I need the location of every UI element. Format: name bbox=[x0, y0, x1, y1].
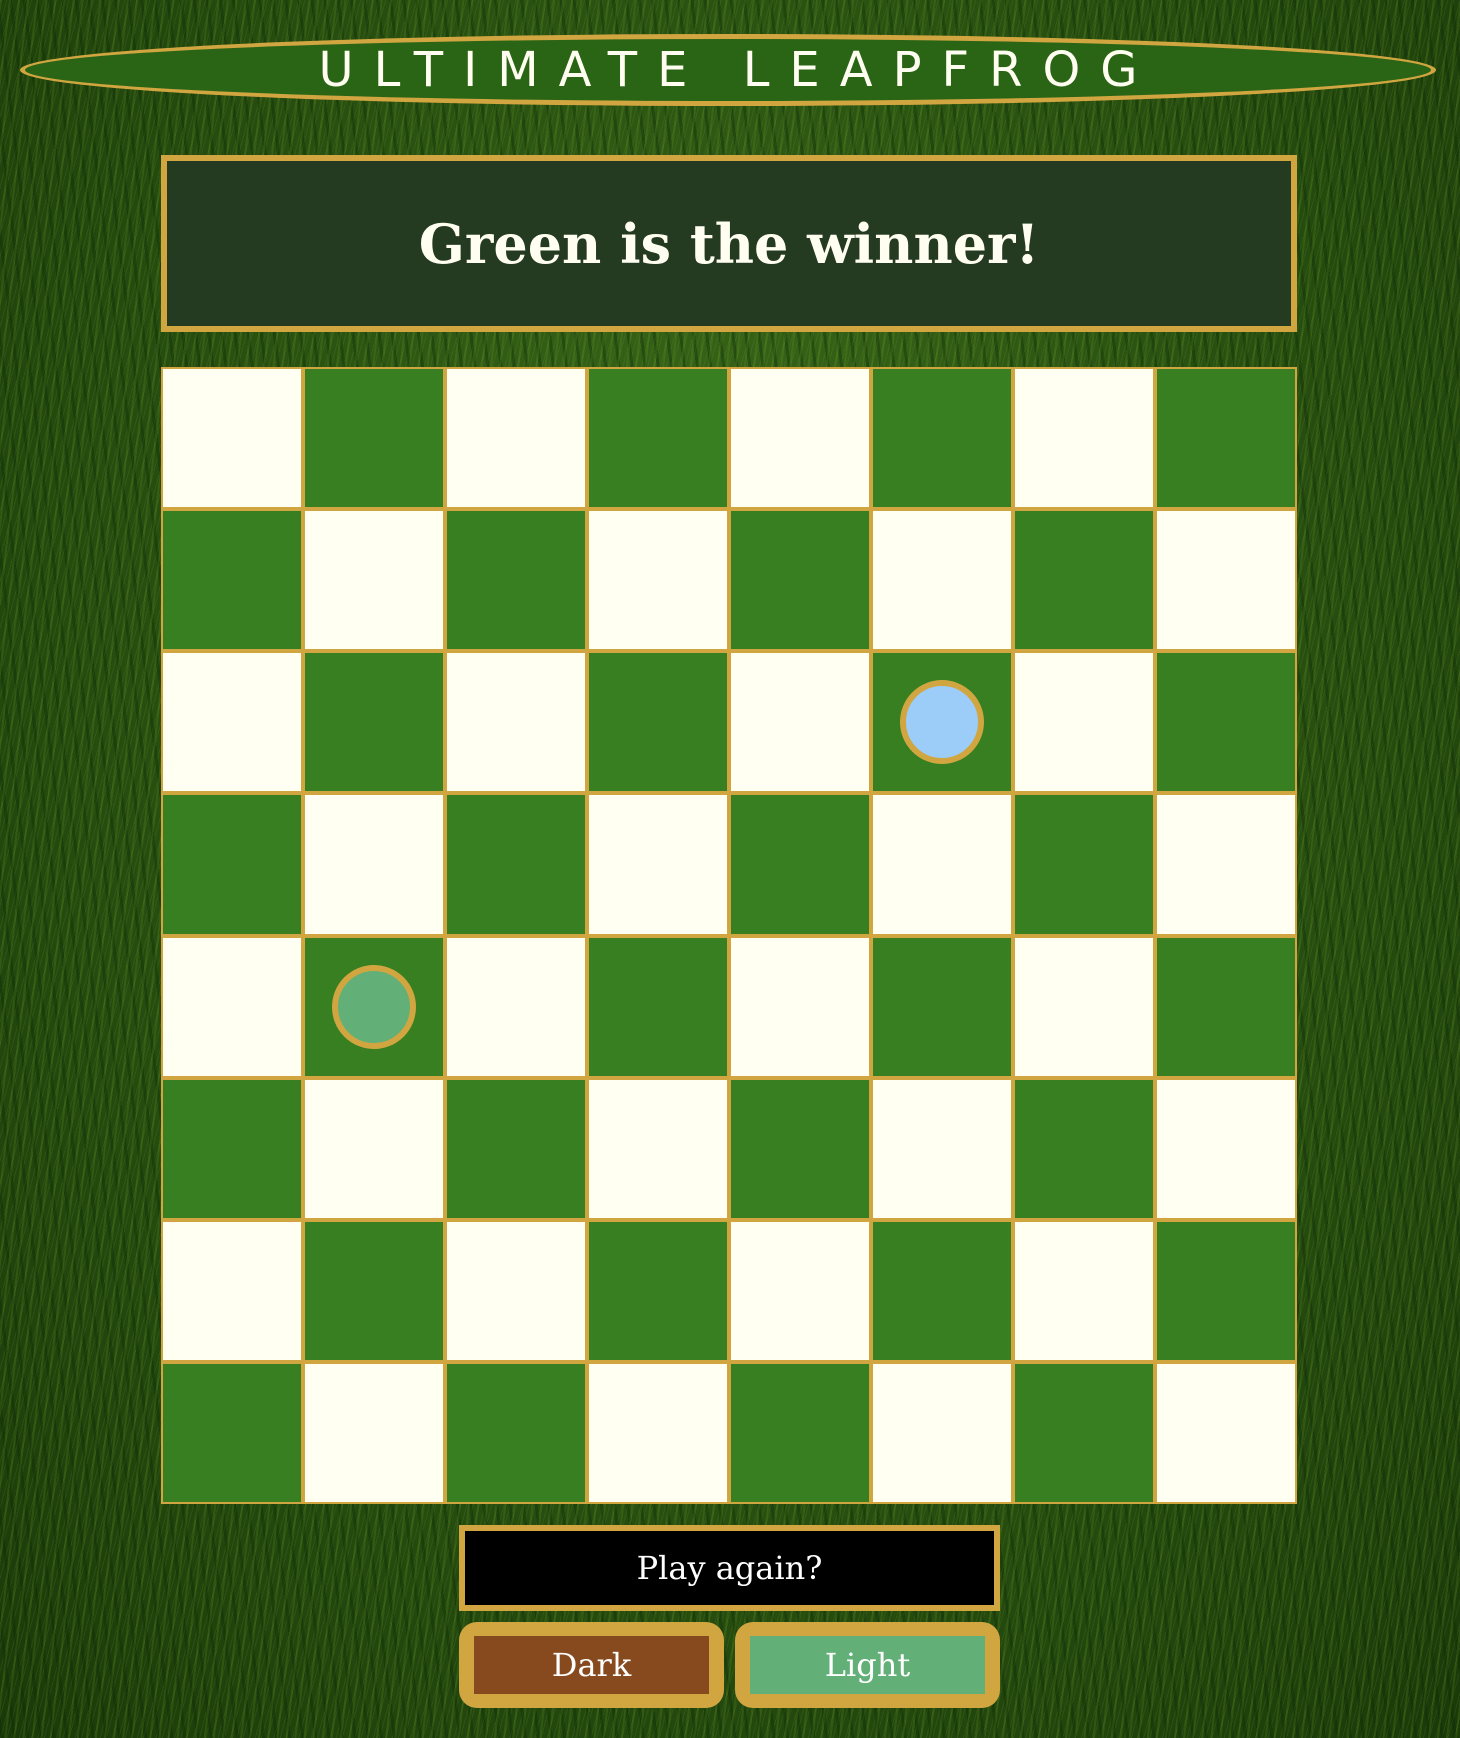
board-square-r8-c3[interactable] bbox=[447, 1363, 585, 1502]
play-again-button[interactable]: Play again? bbox=[459, 1525, 1000, 1611]
board-square-r8-c6[interactable] bbox=[873, 1363, 1011, 1502]
board-square-r3-c6[interactable] bbox=[873, 653, 1011, 792]
board-square-r4-c4[interactable] bbox=[589, 795, 727, 934]
board-square-r7-c6[interactable] bbox=[873, 1221, 1011, 1360]
board-square-r7-c7[interactable] bbox=[1015, 1221, 1153, 1360]
board-square-r7-c1[interactable] bbox=[163, 1221, 301, 1360]
board-square-r6-c8[interactable] bbox=[1157, 1079, 1295, 1218]
blue-game-piece[interactable] bbox=[900, 680, 984, 765]
board-square-r8-c5[interactable] bbox=[731, 1363, 869, 1502]
board-square-r6-c4[interactable] bbox=[589, 1079, 727, 1218]
board-square-r4-c1[interactable] bbox=[163, 795, 301, 934]
board-square-r4-c8[interactable] bbox=[1157, 795, 1295, 934]
board-square-r4-c6[interactable] bbox=[873, 795, 1011, 934]
board-square-r2-c4[interactable] bbox=[589, 511, 727, 650]
board-square-r3-c4[interactable] bbox=[589, 653, 727, 792]
board-square-r2-c8[interactable] bbox=[1157, 511, 1295, 650]
board-square-r6-c3[interactable] bbox=[447, 1079, 585, 1218]
game-title: ULTIMATE LEAPFROG bbox=[318, 42, 1158, 98]
board-square-r7-c3[interactable] bbox=[447, 1221, 585, 1360]
board-square-r5-c6[interactable] bbox=[873, 937, 1011, 1076]
status-message: Green is the winner! bbox=[418, 211, 1040, 276]
board-square-r1-c5[interactable] bbox=[731, 369, 869, 508]
board-square-r7-c5[interactable] bbox=[731, 1221, 869, 1360]
board-square-r3-c5[interactable] bbox=[731, 653, 869, 792]
title-banner: ULTIMATE LEAPFROG bbox=[20, 34, 1436, 106]
board-square-r4-c3[interactable] bbox=[447, 795, 585, 934]
board-square-r5-c5[interactable] bbox=[731, 937, 869, 1076]
board-square-r1-c4[interactable] bbox=[589, 369, 727, 508]
choose-light-label: Light bbox=[750, 1636, 985, 1694]
board-square-r2-c3[interactable] bbox=[447, 511, 585, 650]
board-square-r3-c1[interactable] bbox=[163, 653, 301, 792]
board-square-r1-c1[interactable] bbox=[163, 369, 301, 508]
board-square-r1-c3[interactable] bbox=[447, 369, 585, 508]
choose-dark-button[interactable]: Dark bbox=[459, 1622, 724, 1708]
board-square-r2-c6[interactable] bbox=[873, 511, 1011, 650]
board-square-r1-c2[interactable] bbox=[305, 369, 443, 508]
board-square-r2-c7[interactable] bbox=[1015, 511, 1153, 650]
choose-light-button[interactable]: Light bbox=[735, 1622, 1000, 1708]
choose-dark-label: Dark bbox=[474, 1636, 709, 1694]
board-square-r3-c2[interactable] bbox=[305, 653, 443, 792]
board-square-r7-c4[interactable] bbox=[589, 1221, 727, 1360]
board-square-r8-c4[interactable] bbox=[589, 1363, 727, 1502]
board-square-r1-c7[interactable] bbox=[1015, 369, 1153, 508]
board-square-r8-c8[interactable] bbox=[1157, 1363, 1295, 1502]
board-square-r3-c8[interactable] bbox=[1157, 653, 1295, 792]
board-square-r3-c7[interactable] bbox=[1015, 653, 1153, 792]
board-square-r5-c1[interactable] bbox=[163, 937, 301, 1076]
status-panel: Green is the winner! bbox=[161, 155, 1297, 332]
board-square-r6-c1[interactable] bbox=[163, 1079, 301, 1218]
board-square-r4-c2[interactable] bbox=[305, 795, 443, 934]
board-square-r8-c2[interactable] bbox=[305, 1363, 443, 1502]
board-square-r2-c2[interactable] bbox=[305, 511, 443, 650]
board-square-r7-c8[interactable] bbox=[1157, 1221, 1295, 1360]
board-square-r6-c5[interactable] bbox=[731, 1079, 869, 1218]
board-square-r2-c1[interactable] bbox=[163, 511, 301, 650]
board-square-r8-c1[interactable] bbox=[163, 1363, 301, 1502]
board-square-r5-c7[interactable] bbox=[1015, 937, 1153, 1076]
board-square-r6-c2[interactable] bbox=[305, 1079, 443, 1218]
board-square-r3-c3[interactable] bbox=[447, 653, 585, 792]
board-square-r5-c3[interactable] bbox=[447, 937, 585, 1076]
board-square-r5-c2[interactable] bbox=[305, 937, 443, 1076]
board-square-r1-c6[interactable] bbox=[873, 369, 1011, 508]
board-square-r6-c7[interactable] bbox=[1015, 1079, 1153, 1218]
game-board bbox=[161, 367, 1297, 1504]
board-square-r7-c2[interactable] bbox=[305, 1221, 443, 1360]
board-square-r4-c5[interactable] bbox=[731, 795, 869, 934]
board-square-r8-c7[interactable] bbox=[1015, 1363, 1153, 1502]
green-game-piece[interactable] bbox=[332, 964, 416, 1049]
board-square-r6-c6[interactable] bbox=[873, 1079, 1011, 1218]
board-square-r5-c8[interactable] bbox=[1157, 937, 1295, 1076]
board-square-r5-c4[interactable] bbox=[589, 937, 727, 1076]
board-square-r4-c7[interactable] bbox=[1015, 795, 1153, 934]
board-square-r1-c8[interactable] bbox=[1157, 369, 1295, 508]
board-square-r2-c5[interactable] bbox=[731, 511, 869, 650]
